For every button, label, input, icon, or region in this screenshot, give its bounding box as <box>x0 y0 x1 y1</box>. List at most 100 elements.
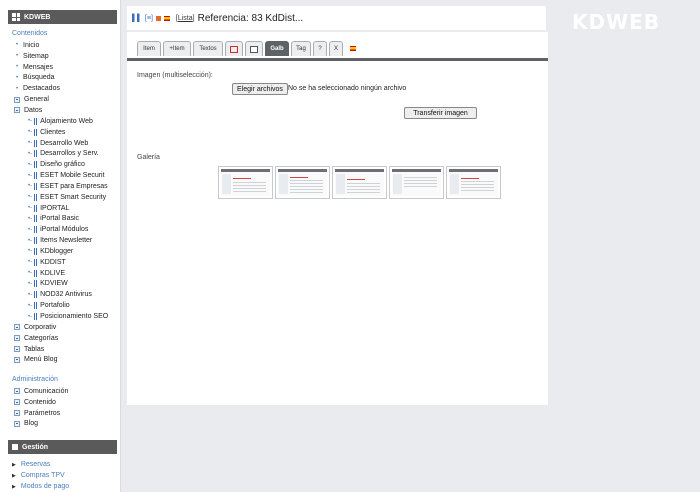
gallery-thumbnail[interactable] <box>389 166 444 199</box>
gestion-header[interactable]: Gestión <box>8 440 117 454</box>
page-title: Referencia: 83 KdDist... <box>197 12 304 24</box>
item-icon <box>34 172 38 180</box>
sidebar-item-general[interactable]: General <box>0 94 120 105</box>
sidebar-item-datos[interactable]: Datos <box>0 105 120 116</box>
sidebar-item-categorias[interactable]: Categorías <box>0 333 120 344</box>
datos-item[interactable]: •- Desarrollos y Serv. <box>0 148 120 159</box>
list-icon[interactable]: [≡] <box>145 15 153 22</box>
sidebar: KDWEB Contenidos • Inicio • Sitemap • Mensa… <box>0 0 121 492</box>
item-icon <box>34 204 38 212</box>
tree-administracion: Comunicación Contenido Parámetros Blog <box>0 386 120 430</box>
tab-galeria[interactable]: Galb <box>265 41 289 56</box>
tab-close[interactable]: X <box>329 41 343 56</box>
sidebar-header[interactable]: KDWEB <box>8 10 117 24</box>
item-icon <box>34 280 38 288</box>
expand-toggle-icon[interactable] <box>14 420 20 427</box>
expand-toggle-icon[interactable] <box>14 410 20 417</box>
datos-item[interactable]: •- ESET Mobile Securit <box>0 170 120 181</box>
sidebar-item-contenido[interactable]: Contenido <box>0 397 120 408</box>
tab-textos[interactable]: Textos <box>193 41 223 56</box>
expand-toggle-icon[interactable] <box>14 388 20 395</box>
sidebar-item-mensajes[interactable]: • Mensajes <box>0 62 120 73</box>
gestion-list: ▶ Reservas ▶ Compras TPV ▶ Modos de pago <box>12 459 69 492</box>
item-icon <box>34 302 38 310</box>
tab-tag[interactable]: Tag <box>291 41 311 56</box>
datos-item[interactable]: •- Posicionamiento SEO <box>0 311 120 322</box>
spain-flag-icon[interactable] <box>163 15 170 21</box>
gallery-thumbnail[interactable] <box>218 166 273 199</box>
main-panel: Item +Item Textos Galb Tag ? X Imagen (m… <box>127 32 548 405</box>
choose-files-button[interactable]: Elegir archivos <box>232 83 288 95</box>
datos-item[interactable]: •- Portafolio <box>0 300 120 311</box>
bullet-icon: • <box>15 42 19 49</box>
sidebar-item-corporativ[interactable]: Corporativ <box>0 322 120 333</box>
kdweb-logo: KDWEB <box>572 10 661 34</box>
datos-item[interactable]: •- IPORTAL <box>0 203 120 214</box>
tab-bar: Item +Item Textos Galb Tag ? X <box>137 41 356 56</box>
bullet-icon: • <box>15 53 19 60</box>
sidebar-item-destacados[interactable]: • Destacados <box>0 83 120 94</box>
datos-item[interactable]: •- KDDIST <box>0 257 120 268</box>
datos-item[interactable]: •- KDblogger <box>0 246 120 257</box>
expand-toggle-icon[interactable] <box>14 96 20 103</box>
tab-pdf[interactable] <box>225 41 243 56</box>
item-icon <box>34 247 38 255</box>
expand-toggle-icon[interactable] <box>14 335 20 342</box>
orange-square-icon[interactable] <box>155 15 161 21</box>
item-icon <box>34 237 38 245</box>
gallery-thumbnail[interactable] <box>275 166 330 199</box>
datos-item[interactable]: •- Items Newsletter <box>0 235 120 246</box>
spain-flag-icon[interactable] <box>350 46 356 51</box>
item-icon <box>34 215 38 223</box>
datos-item[interactable]: •- NOD32 Antivirus <box>0 289 120 300</box>
datos-item[interactable]: •- KDLIVE <box>0 268 120 279</box>
arrow-right-icon: ▶ <box>12 472 16 479</box>
sidebar-item-inicio[interactable]: • Inicio <box>0 40 120 51</box>
transfer-image-button[interactable]: Transferir imagen <box>404 107 477 119</box>
sidebar-item-parametros[interactable]: Parámetros <box>0 408 120 419</box>
tab-divider <box>127 58 548 61</box>
sidebar-item-tablas[interactable]: Tablas <box>0 344 120 355</box>
expand-toggle-icon[interactable] <box>14 346 20 353</box>
sidebar-item-busqueda[interactable]: • Búsqueda <box>0 73 120 84</box>
sidebar-item-comunicacion[interactable]: Comunicación <box>0 386 120 397</box>
expand-toggle-icon[interactable] <box>14 356 20 363</box>
pdf-icon <box>230 45 238 53</box>
datos-item[interactable]: •- Desarrollo Web <box>0 138 120 149</box>
collapse-toggle-icon[interactable] <box>14 107 20 114</box>
datos-item[interactable]: •- iPortal Módulos <box>0 224 120 235</box>
datos-item[interactable]: •- Diseño gráfico <box>0 159 120 170</box>
datos-item[interactable]: •- KDVIEW <box>0 279 120 290</box>
gestion-item[interactable]: ▶ Modos de pago <box>12 481 69 492</box>
datos-item[interactable]: •- Clientes <box>0 127 120 138</box>
arrow-right-icon: ▶ <box>12 483 16 490</box>
lista-link[interactable]: [Lista] <box>176 15 195 22</box>
tab-add-item[interactable]: +Item <box>163 41 191 56</box>
item-icon: ▌▌ <box>132 14 142 22</box>
bullet-icon: • <box>15 74 19 81</box>
item-icon <box>34 226 38 234</box>
datos-item[interactable]: •- ESET para Empresas <box>0 181 120 192</box>
title-bar: ▌▌ [≡] [Lista] Referencia: 83 KdDist... <box>127 6 546 30</box>
section-administracion: Administración <box>12 376 58 383</box>
arrow-right-icon: ▶ <box>12 461 16 468</box>
gestion-item[interactable]: ▶ Reservas <box>12 459 69 470</box>
item-icon <box>34 117 38 125</box>
sidebar-item-menu-blog[interactable]: Menú Blog <box>0 354 120 365</box>
sidebar-item-blog[interactable]: Blog <box>0 419 120 430</box>
screen-icon <box>250 45 258 53</box>
tab-help[interactable]: ? <box>313 41 327 56</box>
gestion-item[interactable]: ▶ Compras TPV <box>12 470 69 481</box>
datos-item[interactable]: •- iPortal Basic <box>0 214 120 225</box>
datos-item[interactable]: •- Alojamiento Web <box>0 116 120 127</box>
sidebar-item-sitemap[interactable]: • Sitemap <box>0 51 120 62</box>
tab-screen[interactable] <box>245 41 263 56</box>
tab-item[interactable]: Item <box>137 41 161 56</box>
datos-item[interactable]: •- ESET Smart Security <box>0 192 120 203</box>
gallery-thumbnail[interactable] <box>332 166 387 199</box>
gallery-thumbnail[interactable] <box>446 166 501 199</box>
grid-icon <box>12 13 20 21</box>
expand-toggle-icon[interactable] <box>14 324 20 331</box>
item-icon <box>34 291 38 299</box>
expand-toggle-icon[interactable] <box>14 399 20 406</box>
